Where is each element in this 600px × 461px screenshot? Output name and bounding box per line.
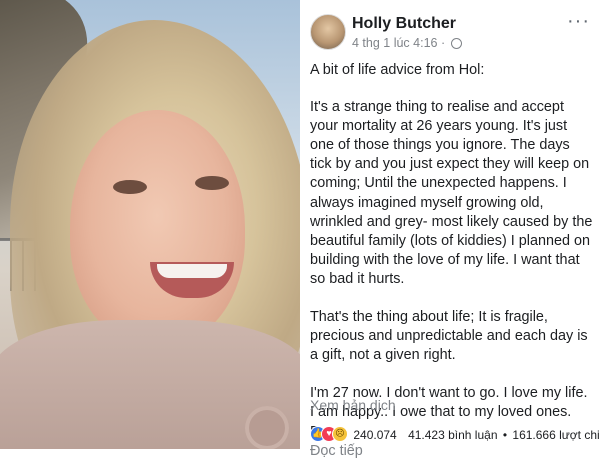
photo-teeth bbox=[157, 264, 227, 278]
photo-left-eye bbox=[113, 180, 147, 194]
shares-count[interactable]: 161.666 lượt chia sẻ bbox=[512, 428, 600, 442]
meta-separator: · bbox=[440, 36, 446, 50]
stats-separator: • bbox=[502, 428, 508, 442]
author-avatar[interactable] bbox=[310, 14, 346, 50]
post-panel: Holly Butcher 4 thg 1 lúc 4:16 · ··· A b… bbox=[300, 0, 600, 459]
sad-icon: ☹ bbox=[332, 426, 348, 442]
photo-coat-button bbox=[245, 406, 289, 449]
globe-icon bbox=[450, 38, 462, 49]
reactions-count[interactable]: 240.074 bbox=[353, 428, 396, 442]
more-options-button[interactable]: ··· bbox=[567, 10, 590, 33]
see-translation-link[interactable]: Xem bản dịch bbox=[310, 397, 396, 413]
photo-right-eye bbox=[195, 176, 229, 190]
post-intro: A bit of life advice from Hol: bbox=[310, 62, 485, 78]
photo-face bbox=[70, 110, 245, 345]
post-timestamp[interactable]: 4 thg 1 lúc 4:16 bbox=[352, 36, 437, 50]
post-paragraph-2: That's the thing about life; It is fragi… bbox=[310, 309, 588, 364]
reaction-icons[interactable]: 👍 ♥ ☹ bbox=[310, 426, 348, 442]
post-meta: 4 thg 1 lúc 4:16 · bbox=[352, 36, 462, 50]
post-header: Holly Butcher 4 thg 1 lúc 4:16 · ··· bbox=[310, 10, 590, 52]
post-paragraph-1: It's a strange thing to realise and acce… bbox=[310, 99, 593, 287]
author-name[interactable]: Holly Butcher bbox=[352, 15, 456, 33]
post-photo[interactable] bbox=[0, 0, 300, 449]
post-stats: 👍 ♥ ☹ 240.074 41.423 bình luận • 161.666… bbox=[310, 426, 600, 446]
comments-count[interactable]: 41.423 bình luận bbox=[408, 428, 497, 442]
